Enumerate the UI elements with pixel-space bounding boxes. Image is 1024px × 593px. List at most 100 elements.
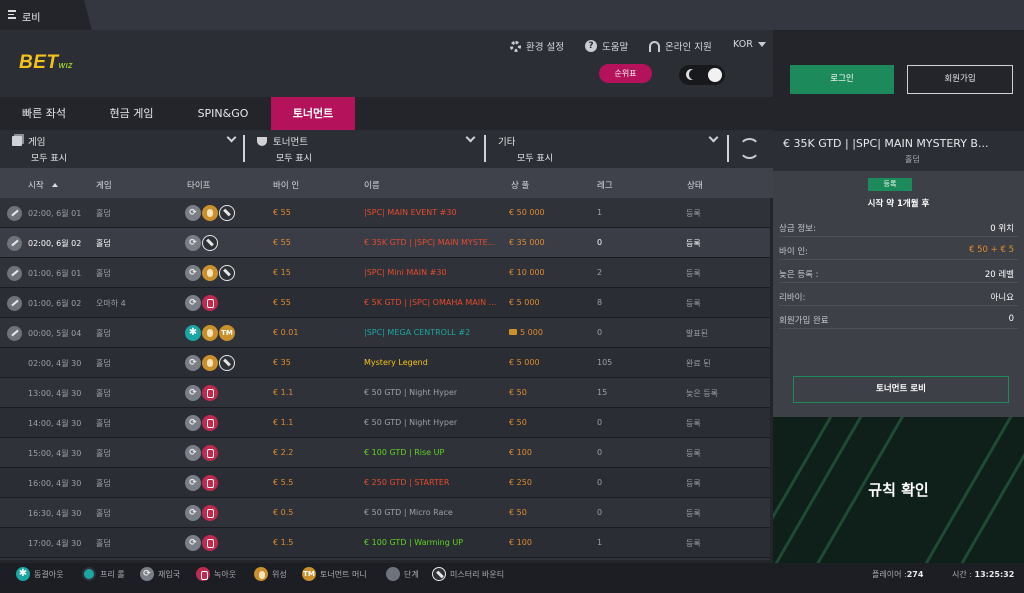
info-value: € 50 + € 5 [969,245,1014,255]
table-row[interactable]: 15:00, 4월 30 홀덤 € 2.2 € 100 GTD | Rise UP € … [0,438,770,468]
theme-toggle[interactable] [679,65,725,85]
detail-title-bar: € 35K GTD | |SPC| MAIN MYSTERY B... 홀덤 [773,131,1024,171]
legend-label: 재입국 [158,569,181,579]
row-level: 0 [597,418,603,427]
knockout-icon [202,475,218,491]
row-start: 00:00, 5월 04 [28,329,82,338]
table-row[interactable]: 02:00, 6월 02 홀덤 € 55 € 35K GTD | |SPC| MAIN… [0,228,770,258]
settings-link[interactable]: 환경 설정 [510,39,564,53]
row-prize: € 5 000 [509,358,540,367]
row-buyin: € 35 [273,358,291,367]
col-prize[interactable]: 상 풀 [511,179,529,191]
table-row[interactable]: 16:00, 4월 30 홀덤 € 5.5 € 250 GTD | STARTER € … [0,468,770,498]
row-start: 01:00, 6월 01 [28,269,82,278]
table-row[interactable]: 13:00, 4월 30 홀덤 € 1.1 € 50 GTD | Night Hype… [0,378,770,408]
detail-info-row: 리바이: 아니요 [779,286,1018,306]
info-key: 회원가입 완료 [779,316,829,326]
tab-tournaments[interactable]: 토너먼트 [271,97,355,130]
table-row[interactable]: 01:00, 6월 01 홀덤 € 15 |SPC| Mini MAIN #30 € 1… [0,258,770,288]
players-value: 274 [906,570,924,579]
table-row[interactable]: 14:00, 4월 30 홀덤 € 1.1 € 50 GTD | Night Hype… [0,408,770,438]
col-buyin[interactable]: 바이 인 [273,179,299,191]
login-button[interactable]: 로그인 [790,65,894,94]
col-name[interactable]: 이름 [364,179,380,191]
other-filter-title: 기타 [498,137,516,148]
table-row[interactable]: 02:00, 6월 01 홀덤 € 55 |SPC| MAIN EVENT #30 € … [0,198,770,228]
detail-info-row: 상금 정보: 0 위치 [779,217,1018,237]
tournament-list: 02:00, 6월 01 홀덤 € 55 |SPC| MAIN EVENT #30 € … [0,198,770,560]
pin-icon[interactable] [7,206,22,221]
brand-logo[interactable]: BETWIZ [19,52,73,75]
row-buyin: € 55 [273,238,291,247]
tournament-money-icon: TM [302,567,316,581]
other-filter[interactable]: 기타 모두 표시 [498,134,553,164]
row-start: 02:00, 6월 02 [28,239,82,248]
mystery-bounty-icon [219,205,235,221]
language-select[interactable]: KOR [733,39,766,50]
row-buyin: € 15 [273,268,291,277]
row-type-badges [185,265,235,281]
pin-icon[interactable] [7,266,22,281]
row-status: 등록 [686,269,701,278]
tournament-money-icon: TM [219,325,235,341]
knockout-icon [202,385,218,401]
row-start: 16:00, 4월 30 [28,479,82,488]
rebuy-icon [185,475,201,491]
register-button[interactable]: 회원가입 [907,65,1013,94]
rebuy-icon [185,265,201,281]
chevron-down-icon[interactable] [465,132,476,143]
row-game: 홀덤 [96,479,111,488]
tournament-lobby-button[interactable]: 토너먼트 로비 [793,376,1009,403]
col-game[interactable]: 게임 [96,179,112,191]
col-start[interactable]: 시작 [28,179,58,191]
table-row[interactable]: 02:00, 4월 30 홀덤 € 35 Mystery Legend € 5 000 1… [0,348,770,378]
row-level: 105 [597,358,613,367]
row-buyin: € 5.5 [273,478,294,487]
rules-banner[interactable]: 규칙 확인 [773,417,1024,563]
legend-label: 녹아웃 [214,569,237,579]
table-row[interactable] [0,558,770,560]
row-status: 등록 [686,299,701,308]
bounty-icon [254,567,268,581]
rebuy-icon [185,535,201,551]
tournament-detail-panel: € 35K GTD | |SPC| MAIN MYSTERY B... 홀덤 등… [773,131,1024,417]
table-row[interactable]: 01:00, 6월 02 오마하 4 € 55 € 5K GTD | |SPC| OM… [0,288,770,318]
ranking-button[interactable]: 순위표 [599,64,652,83]
chevron-down-icon[interactable] [708,132,719,143]
game-filter[interactable]: 게임 모두 표시 [12,134,67,164]
game-filter-title: 게임 [28,137,46,148]
table-row[interactable]: 00:00, 5월 04 홀덤 TM € 0.01 |SPC| MEGA CENTROL… [0,318,770,348]
col-level[interactable]: 레그 [597,179,613,191]
legend-label: 위성 [272,569,287,579]
pin-icon[interactable] [7,296,22,311]
row-prize: € 5 000 [509,298,540,307]
col-status[interactable]: 상태 [687,179,703,191]
knockout-icon [202,535,218,551]
row-type-badges [185,445,218,461]
table-row[interactable]: 17:00, 4월 30 홀덤 € 1.5 € 100 GTD | Warming U… [0,528,770,558]
refresh-icon[interactable] [739,138,760,159]
cards-icon [12,136,22,146]
pin-icon[interactable] [7,236,22,251]
row-game: 홀덤 [96,209,111,218]
row-name: € 5K GTD | |SPC| OMAHA MAIN ... [364,298,497,307]
row-status: 발표된 [686,329,709,338]
pin-icon[interactable] [7,326,22,341]
tab-quick-seat[interactable]: 빠른 좌석 [0,97,88,130]
row-type-badges [185,205,235,221]
filter-divider [484,135,486,162]
row-status: 등록 [686,509,701,518]
legend-item: 프리 롤 [82,567,125,581]
tab-spin-go[interactable]: SPIN&GO [175,97,271,130]
lobby-window-tab[interactable]: 로비 [0,0,92,30]
freezeout-icon [185,325,201,341]
table-row[interactable]: 16:30, 4월 30 홀덤 € 0.5 € 50 GTD | Micro Race… [0,498,770,528]
tab-cash-games[interactable]: 현금 게임 [88,97,175,130]
tournament-filter[interactable]: 토너먼트 모두 표시 [257,134,312,164]
row-start: 02:00, 6월 01 [28,209,82,218]
chevron-down-icon[interactable] [226,132,237,143]
help-link[interactable]: ? 도움말 [585,39,628,53]
row-buyin: € 55 [273,208,291,217]
support-link[interactable]: 온라인 지원 [649,39,712,53]
col-type[interactable]: 타이프 [187,179,210,191]
